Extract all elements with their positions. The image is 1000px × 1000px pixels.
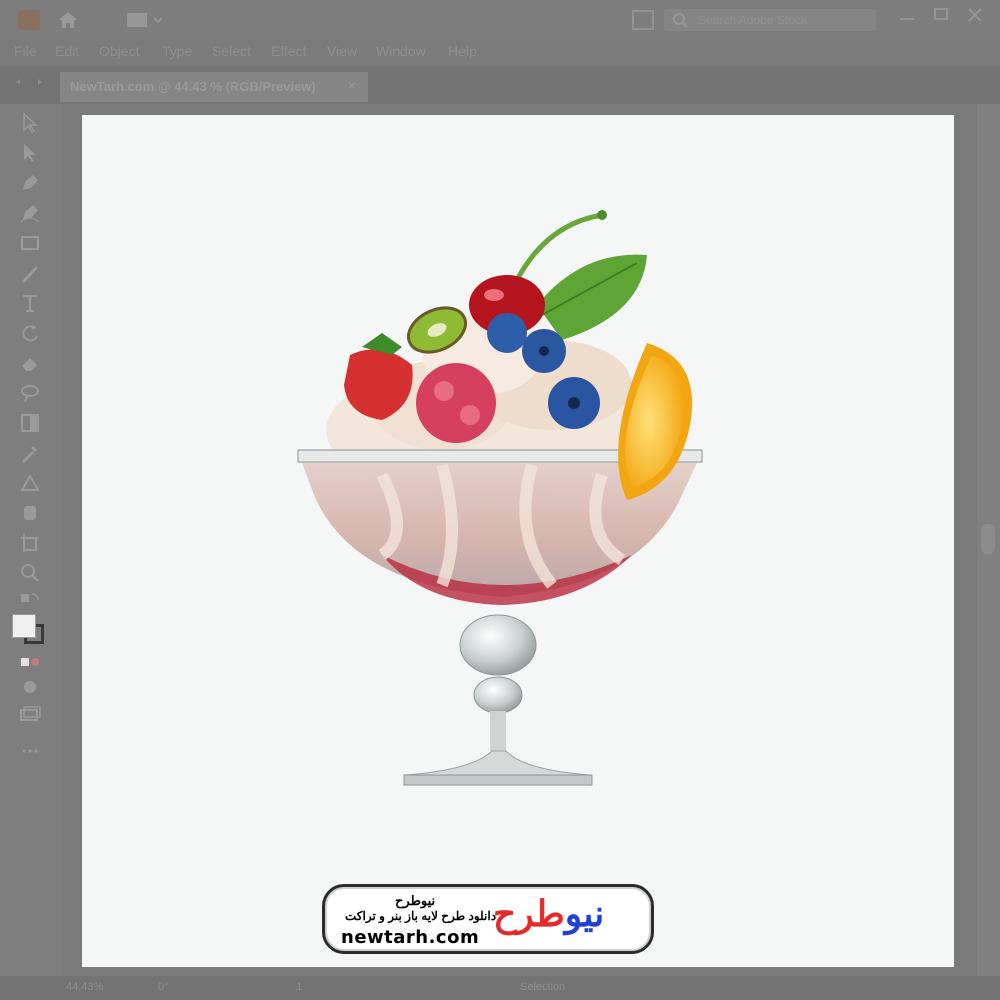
fill-swatch[interactable] bbox=[12, 614, 36, 638]
artboard-number[interactable]: 1 bbox=[296, 981, 302, 993]
watermark-url: newtarh.com bbox=[341, 927, 480, 948]
screen-mode-icon[interactable] bbox=[19, 704, 41, 726]
direct-selection-tool-icon[interactable] bbox=[19, 142, 41, 164]
color-mode-icon[interactable] bbox=[19, 652, 41, 674]
lasso-tool-icon[interactable] bbox=[19, 382, 41, 404]
edit-toolbar-icon[interactable] bbox=[19, 740, 41, 762]
workspace-switcher-icon[interactable] bbox=[126, 10, 166, 30]
home-icon[interactable] bbox=[56, 8, 80, 32]
search-placeholder: Search Adobe Stock bbox=[698, 13, 807, 27]
minimize-icon[interactable] bbox=[900, 18, 914, 20]
zoom-level[interactable]: 44.43% bbox=[66, 981, 103, 993]
close-window-icon[interactable] bbox=[966, 6, 984, 24]
menu-window[interactable]: Window bbox=[376, 43, 426, 59]
menu-view[interactable]: View bbox=[327, 43, 357, 59]
watermark-tagline: دانلود طرح لایه باز بنر و تراکت bbox=[345, 909, 497, 923]
app-title-bar: Search Adobe Stock bbox=[0, 0, 1000, 40]
panel-collapse-icon[interactable] bbox=[14, 72, 44, 85]
pen-tool-icon[interactable] bbox=[19, 172, 41, 194]
rotation-angle[interactable]: 0° bbox=[158, 981, 169, 993]
document-tab-title: NewTarh.com @ 44.43 % (RGB/Preview) bbox=[70, 79, 316, 94]
ai-logo-icon[interactable] bbox=[18, 10, 40, 30]
menu-type[interactable]: Type bbox=[162, 43, 192, 59]
rotate-tool-icon[interactable] bbox=[19, 322, 41, 344]
blend-tool-icon[interactable] bbox=[19, 472, 41, 494]
glass-stem bbox=[403, 614, 593, 786]
artboard[interactable] bbox=[82, 115, 954, 967]
watermark-logo-blue: نیو bbox=[564, 893, 605, 934]
gradient-tool-icon[interactable] bbox=[19, 412, 41, 434]
menu-effect[interactable]: Effect bbox=[271, 43, 307, 59]
curvature-tool-icon[interactable] bbox=[19, 202, 41, 224]
watermark-badge: نیوطرح دانلود طرح لایه باز بنر و تراکت n… bbox=[322, 884, 654, 954]
ice-cream-sundae-illustration bbox=[297, 210, 703, 786]
watermark-site-name: نیوطرح bbox=[395, 893, 436, 908]
status-bar: 44.43% 0° 1 Selection bbox=[0, 976, 1000, 1000]
search-stock-field[interactable]: Search Adobe Stock bbox=[664, 9, 876, 31]
eyedropper-tool-icon[interactable] bbox=[19, 442, 41, 464]
brush-tool-icon[interactable] bbox=[19, 262, 41, 284]
eraser-tool-icon[interactable] bbox=[19, 352, 41, 374]
menu-bar: File Edit Object Type Select Effect View… bbox=[0, 40, 1000, 66]
draw-mode-icon[interactable] bbox=[19, 676, 41, 698]
raspberry bbox=[416, 363, 496, 443]
artboard-tool-icon[interactable] bbox=[19, 532, 41, 554]
document-tab[interactable]: NewTarh.com @ 44.43 % (RGB/Preview) × bbox=[60, 72, 368, 102]
fill-stroke-swatch[interactable] bbox=[12, 614, 46, 644]
symbol-sprayer-tool-icon[interactable] bbox=[19, 502, 41, 524]
rectangle-tool-icon[interactable] bbox=[19, 232, 41, 254]
type-tool-icon[interactable] bbox=[19, 292, 41, 314]
zoom-tool-icon[interactable] bbox=[19, 562, 41, 584]
watermark-logo-red: طرح bbox=[493, 893, 565, 934]
menu-object[interactable]: Object bbox=[99, 43, 139, 59]
maximize-icon[interactable] bbox=[934, 8, 948, 20]
tools-panel bbox=[0, 104, 62, 976]
search-icon bbox=[673, 13, 688, 28]
vertical-scrollbar[interactable] bbox=[977, 104, 1000, 976]
arrange-documents-icon[interactable] bbox=[632, 10, 654, 30]
scroll-thumb[interactable] bbox=[981, 524, 995, 554]
menu-file[interactable]: File bbox=[14, 43, 37, 59]
mint-leaf bbox=[537, 254, 647, 340]
current-tool-mode: Selection bbox=[520, 981, 566, 993]
selection-tool-icon[interactable] bbox=[19, 112, 41, 134]
watermark-logo: نیوطرح bbox=[493, 893, 604, 935]
swap-colors-icon[interactable] bbox=[19, 590, 41, 612]
menu-help[interactable]: Help bbox=[448, 43, 477, 59]
menu-edit[interactable]: Edit bbox=[55, 43, 79, 59]
menu-select[interactable]: Select bbox=[212, 43, 251, 59]
close-tab-icon[interactable]: × bbox=[348, 78, 356, 93]
